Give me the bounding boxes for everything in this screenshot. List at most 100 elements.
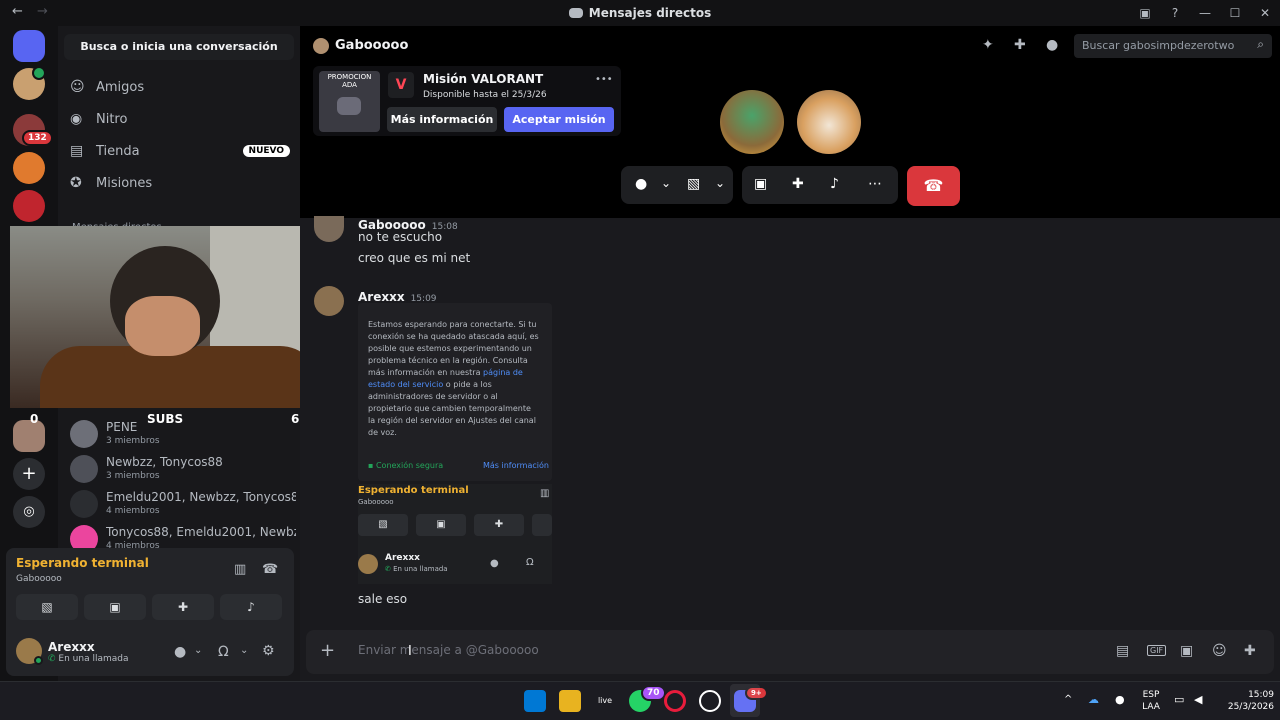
text-cursor-icon: I [408,644,412,659]
online-dot [34,656,43,665]
language-indicator[interactable]: ESP LAA [1138,689,1164,713]
discover-icon[interactable]: ◎ [13,496,45,528]
mic-icon: ● [490,558,499,569]
soundboard-button[interactable]: ♪ [220,594,282,620]
camera-off-icon[interactable]: ▧ [687,176,700,192]
nav-quests[interactable]: ✪ Misiones [70,169,290,197]
minimize-button[interactable]: — [1190,6,1220,20]
help-icon[interactable]: ? [1160,6,1190,20]
headset-icon[interactable]: Ω [218,644,229,660]
mission-accept-button[interactable]: Aceptar misión [504,107,614,132]
nav-nitro[interactable]: ◉ Nitro [70,105,290,133]
disconnect-icon[interactable]: ☎ [262,562,278,577]
live-app-icon[interactable]: live [594,690,616,712]
secure-connection-label: ▪ Conexión segura [368,461,444,470]
embedded-user-avatar [358,554,378,574]
windows-start-icon[interactable] [524,690,546,712]
apps-icon[interactable]: ✚ [1244,643,1256,659]
dm-name: Newbzz, Tonycos88 [106,455,223,469]
close-button[interactable]: ✕ [1250,6,1280,20]
mic-icon[interactable]: ● [174,644,186,660]
soundboard-icon[interactable]: ♪ [830,176,839,192]
headset-chevron-icon[interactable]: ⌄ [240,645,248,656]
end-call-button[interactable]: ☎ [907,166,960,206]
maximize-button[interactable]: ☐ [1220,6,1250,20]
nav-shop[interactable]: ▤ Tienda NUEVO [70,137,290,165]
file-explorer-icon[interactable] [559,690,581,712]
embedded-user-name: Arexxx [385,553,420,563]
screen-share-icon[interactable]: ▣ [754,176,767,192]
window-controls: ▣ ? — ☐ ✕ [1130,0,1280,26]
pin-icon[interactable]: ✦ [982,37,994,53]
emoji-icon[interactable]: ☺ [1212,643,1227,659]
screen-share-button[interactable]: ▣ [84,594,146,620]
dm-members: 4 miembros [106,506,160,516]
dm-header: Gabooooo ✦ ✚ ● Buscar gabosimpdezerotwo … [300,26,1280,66]
webcam-overlay [10,226,333,408]
mission-more-info-button[interactable]: Más información [387,107,497,132]
activities-button[interactable]: ✚ [152,594,214,620]
inbox-icon[interactable]: ▣ [1130,6,1160,20]
activities-icon[interactable]: ✚ [792,176,804,192]
phone-icon: ✆ [48,654,59,664]
dm-badge [32,66,46,80]
headset-icon: Ω [526,557,534,568]
participant-avatar-cat[interactable] [797,90,861,154]
onedrive-icon[interactable]: ☁ [1088,693,1099,706]
message-avatar [314,216,344,242]
screen-share-button: ▣ [416,514,466,536]
search-placeholder: Buscar gabosimpdezerotwo [1082,39,1235,52]
message-text: no te escucho [358,230,443,244]
nav-friends[interactable]: ☺ Amigos [70,73,290,101]
add-server-icon[interactable]: + [13,458,45,490]
opera-gx-icon[interactable] [664,690,686,712]
search-conversation-button[interactable]: Busca o inicia una conversación [64,34,294,60]
message-input[interactable]: Enviar mensaje a @Gabooooo [358,643,1058,663]
camera-off-button[interactable]: ▧ [16,594,78,620]
camera-chevron-icon[interactable]: ⌄ [715,176,725,190]
dm-members: 3 miembros [106,436,160,446]
phone-icon: ✆ [385,565,394,573]
voice-status-channel: Gabooooo [16,574,62,584]
settings-gear-icon[interactable]: ⚙ [262,643,275,659]
microphone-tray-icon[interactable]: ● [1115,693,1125,706]
search-input[interactable]: Buscar gabosimpdezerotwo ⌕ [1074,34,1272,58]
network-icon[interactable]: ▭ [1174,693,1184,706]
dm-item[interactable]: Newbzz, Tonycos88 3 miembros [70,453,296,487]
shop-icon: ▤ [70,143,84,159]
volume-icon[interactable]: ◀ [1194,693,1202,706]
nav-shop-label: Tienda [96,143,140,159]
message-avatar [314,286,344,316]
more-options-icon[interactable]: ⋯ [868,176,882,192]
mic-icon[interactable]: ● [635,176,647,192]
tray-chevron-icon[interactable]: ^ [1064,694,1072,705]
nav-friends-label: Amigos [96,79,145,95]
friends-icon: ☺ [70,79,85,95]
connection-info-embed: Estamos esperando para conectarte. Si tu… [358,303,552,481]
activities-button: ✚ [474,514,524,536]
gif-icon[interactable]: GIF [1147,645,1167,656]
mission-menu-icon[interactable]: ••• [595,74,613,85]
mic-chevron-icon[interactable]: ⌄ [661,176,671,190]
clock[interactable]: 15:09 25/3/2026 [1212,689,1274,713]
server-icon-3[interactable] [13,190,45,222]
windows-taskbar: live 70 9+ ^ ☁ ● ESP LAA ▭ ◀ 15:09 25/3/… [0,681,1280,720]
whatsapp-badge: 70 [641,685,666,701]
discord-home-icon[interactable] [13,30,45,62]
game-app-icon[interactable] [699,690,721,712]
dm-item[interactable]: Emeldu2001, Newbzz, Tonycos88 4 miembros [70,488,296,522]
nav-quests-label: Misiones [96,175,153,191]
server-icon-2[interactable] [13,152,45,184]
more-info-link[interactable]: Más información [483,461,549,470]
add-friend-icon[interactable]: ✚ [1014,37,1026,53]
message-author[interactable]: Arexxx [358,290,405,304]
gift-icon[interactable]: ▤ [1116,643,1129,659]
group-avatar [70,455,98,483]
sticker-icon[interactable]: ▣ [1180,643,1193,659]
user-profile-icon[interactable]: ● [1046,37,1058,53]
add-attachment-icon[interactable]: + [320,640,335,661]
mission-card: PROMOCION ADA V Misión VALORANT Disponib… [313,66,621,136]
mic-chevron-icon[interactable]: ⌄ [194,645,202,656]
voice-waveform-icon[interactable]: ▥ [234,562,246,577]
participant-avatar-cartman[interactable] [720,90,784,154]
